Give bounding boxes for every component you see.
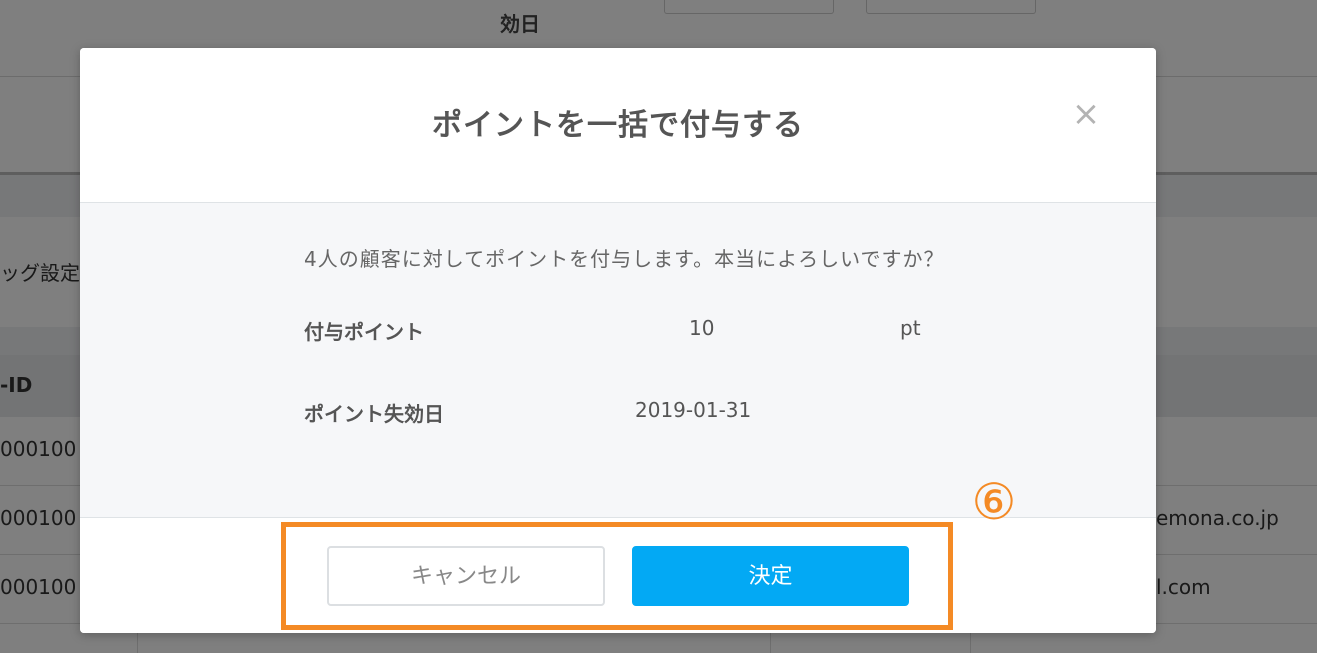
bulk-points-dialog: ポイントを一括で付与する × 4人の顧客に対してポイントを付与します。本当によろ… xyxy=(80,48,1156,633)
dialog-footer: キャンセル 決定 xyxy=(80,519,1156,633)
dialog-body: 4人の顧客に対してポイントを付与します。本当によろしいですか？ 付与ポイント 1… xyxy=(80,203,1156,518)
confirm-message: 4人の顧客に対してポイントを付与します。本当によろしいですか？ xyxy=(304,247,945,271)
confirm-button[interactable]: 決定 xyxy=(632,546,909,606)
close-icon[interactable]: × xyxy=(1068,96,1104,132)
points-unit: pt xyxy=(900,316,921,340)
cancel-button[interactable]: キャンセル xyxy=(327,546,605,606)
expiry-value: 2019-01-31 xyxy=(635,398,752,422)
dialog-header: ポイントを一括で付与する × xyxy=(80,48,1156,203)
points-label: 付与ポイント xyxy=(304,320,424,344)
dialog-title: ポイントを一括で付与する xyxy=(432,108,804,143)
points-value: 10 xyxy=(689,316,715,340)
step-number-badge: ⑥ xyxy=(971,473,1017,531)
expiry-label: ポイント失効日 xyxy=(304,402,444,426)
page: 効日 ッグ設定 -ID 000100 000100 emona.co.jp 00… xyxy=(0,0,1317,653)
